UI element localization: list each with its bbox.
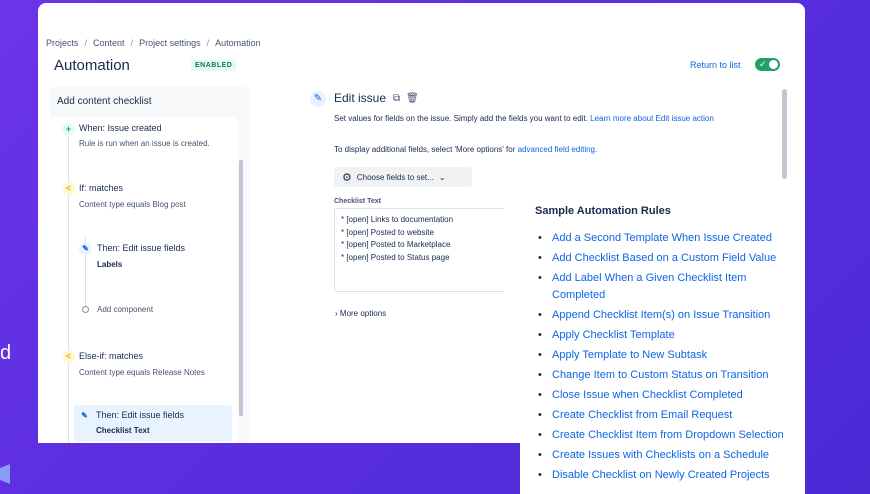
- node-title: Then: Edit issue fields: [97, 243, 186, 253]
- editor-title: Edit issue: [334, 91, 387, 105]
- editor-description: Set values for fields on the issue. Simp…: [334, 113, 724, 125]
- breadcrumb: Projects / Content / Project settings / Aut…: [46, 38, 261, 48]
- choose-fields-label: Choose fields to set...: [356, 172, 434, 182]
- checklist-text-label: Checklist Text: [334, 198, 381, 205]
- node-title: Else-if: matches: [79, 351, 144, 361]
- sample-rule-link[interactable]: Create Issues with Checklists on a Sched…: [536, 447, 798, 464]
- node-title: If: matches: [79, 183, 124, 193]
- description-text: Set values for fields on the issue. Simp…: [334, 114, 588, 123]
- sample-rule-link[interactable]: Change Item to Custom Status on Transiti…: [536, 367, 798, 384]
- checklist-line: * [open] Links to documentation: [341, 215, 454, 224]
- trash-icon[interactable]: 🗑: [406, 93, 419, 104]
- sample-rule-link[interactable]: Close Issue when Checklist Completed: [536, 387, 798, 404]
- sample-rule-link[interactable]: Add Checklist Based on a Custom Field Va…: [536, 250, 798, 267]
- sample-rule-link[interactable]: Append Checklist Item(s) on Issue Transi…: [536, 307, 798, 324]
- rule-node-edit-checklist[interactable]: ✎ Then: Edit issue fields Checklist Text: [74, 405, 232, 441]
- sample-rule-link[interactable]: Add Label When a Given Checklist Item Co…: [536, 270, 798, 304]
- sample-rules-list: Add a Second Template When Issue Created…: [536, 230, 798, 487]
- branch-icon: <: [62, 350, 75, 363]
- node-subtitle: Rule is run when an issue is created.: [79, 139, 210, 148]
- additional-fields-note: To display additional fields, select 'Mo…: [334, 145, 597, 154]
- rule-tree: + When: Issue created Rule is run when a…: [50, 117, 238, 443]
- breadcrumb-projects[interactable]: Projects: [46, 38, 79, 48]
- node-subtitle: Content type equals Blog post: [79, 200, 186, 209]
- page-title: Automation: [54, 57, 130, 74]
- background-logo-shape: [0, 464, 10, 484]
- checklist-line: * [open] Posted to Status page: [341, 252, 450, 262]
- status-badge: ENABLED: [191, 60, 237, 71]
- sample-rule-link[interactable]: Disable Checklist on Newly Created Proje…: [536, 467, 798, 484]
- rule-sidebar: Add content checklist + When: Issue crea…: [50, 87, 249, 443]
- sample-rules-panel: Sample Automation Rules Add a Second Tem…: [520, 187, 805, 494]
- sidebar-scrollbar[interactable]: [239, 160, 243, 416]
- check-icon: ✓: [759, 59, 767, 69]
- advanced-field-editing-link[interactable]: advanced field editing.: [518, 145, 598, 154]
- sample-rule-link[interactable]: Create Checklist Item from Dropdown Sele…: [536, 427, 798, 444]
- plus-icon: +: [62, 123, 75, 136]
- tree-rail: [68, 131, 69, 443]
- more-options-toggle[interactable]: › More options: [335, 309, 386, 318]
- sample-rule-link[interactable]: Create Checklist from Email Request: [536, 407, 798, 424]
- checklist-line: * [open] Posted to Marketplace: [341, 240, 451, 249]
- chevron-down-icon: ⌄: [438, 172, 446, 182]
- breadcrumb-automation[interactable]: Automation: [215, 38, 261, 48]
- choose-fields-button[interactable]: ⚙ Choose fields to set... ⌄: [334, 167, 472, 187]
- node-title: Add component: [97, 305, 154, 314]
- rule-name: Add content checklist: [57, 96, 152, 107]
- chevron-right-icon: ›: [335, 309, 338, 318]
- more-options-label: More options: [339, 309, 387, 318]
- copy-icon[interactable]: ⧉: [393, 93, 400, 104]
- pencil-icon: ✎: [78, 409, 91, 422]
- learn-more-link[interactable]: Learn more about Edit issue action: [590, 114, 714, 123]
- node-title: Then: Edit issue fields: [96, 410, 185, 420]
- add-dot-icon: [82, 306, 89, 313]
- note-text: To display additional fields, select 'Mo…: [334, 145, 516, 154]
- node-subtitle: Labels: [97, 260, 123, 269]
- pencil-icon: ✎: [79, 242, 92, 255]
- pencil-icon: ✎: [310, 91, 326, 107]
- checklist-text-field[interactable]: * [open] Links to documentation * [open]…: [334, 208, 504, 292]
- node-title: When: Issue created: [79, 123, 162, 133]
- checklist-line: * [open] Posted to website: [341, 227, 434, 237]
- sample-rules-title: Sample Automation Rules: [535, 205, 671, 217]
- branch-icon: <: [62, 182, 75, 195]
- background-text-fragment: d: [0, 342, 12, 364]
- breadcrumb-project-settings[interactable]: Project settings: [139, 38, 201, 48]
- return-to-list-link[interactable]: Return to list: [690, 60, 741, 70]
- node-subtitle: Checklist Text: [96, 426, 150, 435]
- breadcrumb-content[interactable]: Content: [93, 38, 125, 48]
- rule-enabled-toggle[interactable]: ✓: [755, 58, 780, 71]
- sample-rule-link[interactable]: Apply Template to New Subtask: [536, 347, 798, 364]
- sample-rule-link[interactable]: Add a Second Template When Issue Created: [536, 230, 798, 247]
- editor-scrollbar[interactable]: [782, 89, 787, 179]
- sample-rule-link[interactable]: Apply Checklist Template: [536, 327, 798, 344]
- gear-icon: ⚙: [342, 171, 352, 184]
- node-subtitle: Content type equals Release Notes: [79, 368, 205, 377]
